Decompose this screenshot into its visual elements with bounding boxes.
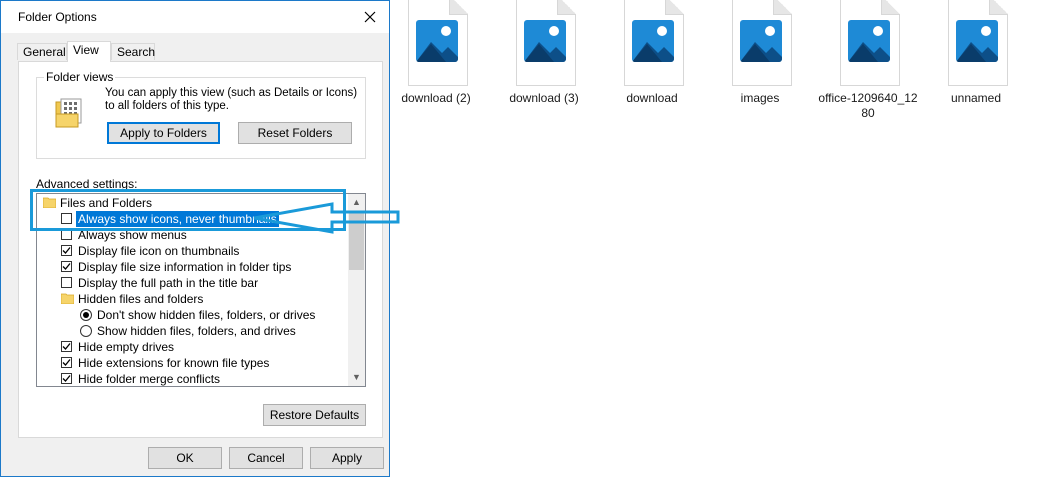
option-label: Always show menus	[78, 228, 187, 242]
option-label: Display the full path in the title bar	[78, 276, 259, 290]
tree-category-label: Files and Folders	[60, 196, 153, 210]
checkbox-checked[interactable]	[61, 261, 72, 272]
option-label: Display file size information in folder …	[78, 260, 292, 274]
option-label: Display file icon on thumbnails	[78, 244, 240, 258]
checkbox-checked[interactable]	[61, 341, 72, 352]
ok-button[interactable]: OK	[148, 447, 222, 469]
folder-options-dialog: Folder Options General View Search Folde…	[0, 0, 390, 477]
advanced-settings-label: Advanced settings:	[36, 177, 138, 191]
apply-to-folders-button[interactable]: Apply to Folders	[107, 122, 220, 144]
file-name: office-1209640_1280	[818, 91, 918, 120]
tab-search[interactable]: Search	[111, 43, 155, 60]
option-label: Hide extensions for known file types	[78, 356, 270, 370]
folder-icon	[61, 293, 74, 304]
reset-folders-button[interactable]: Reset Folders	[238, 122, 352, 144]
apply-button[interactable]: Apply	[310, 447, 384, 469]
folder-view-icon	[55, 98, 82, 128]
option-label: Hide empty drives	[78, 340, 175, 354]
tab-general[interactable]: General	[17, 43, 67, 60]
tree-category-label: Hidden files and folders	[78, 292, 204, 306]
option-label: Show hidden files, folders, and drives	[97, 324, 296, 338]
file-name: download	[626, 91, 678, 105]
close-icon	[364, 11, 376, 23]
file-grid: download (2) download (3) download image…	[386, 0, 1042, 478]
folder-views-label: Folder views	[44, 70, 116, 84]
picture-icon	[524, 20, 566, 62]
checkbox[interactable]	[61, 213, 72, 224]
option-label: Hide folder merge conflicts	[78, 372, 221, 386]
view-tab-panel: Folder views You can apply this view (su…	[18, 61, 383, 438]
radio[interactable]	[80, 325, 92, 337]
annotation-arrow-icon	[253, 202, 400, 234]
tab-view[interactable]: View	[67, 41, 111, 62]
picture-icon	[416, 20, 458, 62]
option-label: Don't show hidden files, folders, or dri…	[97, 308, 316, 322]
checkbox-checked[interactable]	[61, 373, 72, 384]
picture-icon	[848, 20, 890, 62]
file-name: download (3)	[509, 91, 579, 105]
folder-views-group: Folder views You can apply this view (su…	[36, 70, 366, 159]
folder-icon	[43, 197, 56, 208]
picture-icon	[956, 20, 998, 62]
checkbox-checked[interactable]	[61, 357, 72, 368]
checkbox[interactable]	[61, 229, 72, 240]
close-button[interactable]	[357, 5, 383, 29]
dialog-title: Folder Options	[18, 10, 97, 24]
picture-icon	[740, 20, 782, 62]
title-bar[interactable]: Folder Options	[1, 1, 389, 33]
scroll-down-arrow-icon[interactable]: ▼	[348, 369, 365, 386]
radio-selected[interactable]	[80, 309, 92, 321]
folder-views-description: You can apply this view (such as Details…	[105, 87, 358, 112]
checkbox-checked[interactable]	[61, 245, 72, 256]
file-name: download (2)	[401, 91, 471, 105]
picture-icon	[632, 20, 674, 62]
restore-defaults-button[interactable]: Restore Defaults	[263, 404, 366, 426]
file-name: images	[740, 91, 780, 105]
checkbox[interactable]	[61, 277, 72, 288]
file-name: unnamed	[950, 91, 1002, 105]
cancel-button[interactable]: Cancel	[229, 447, 303, 469]
